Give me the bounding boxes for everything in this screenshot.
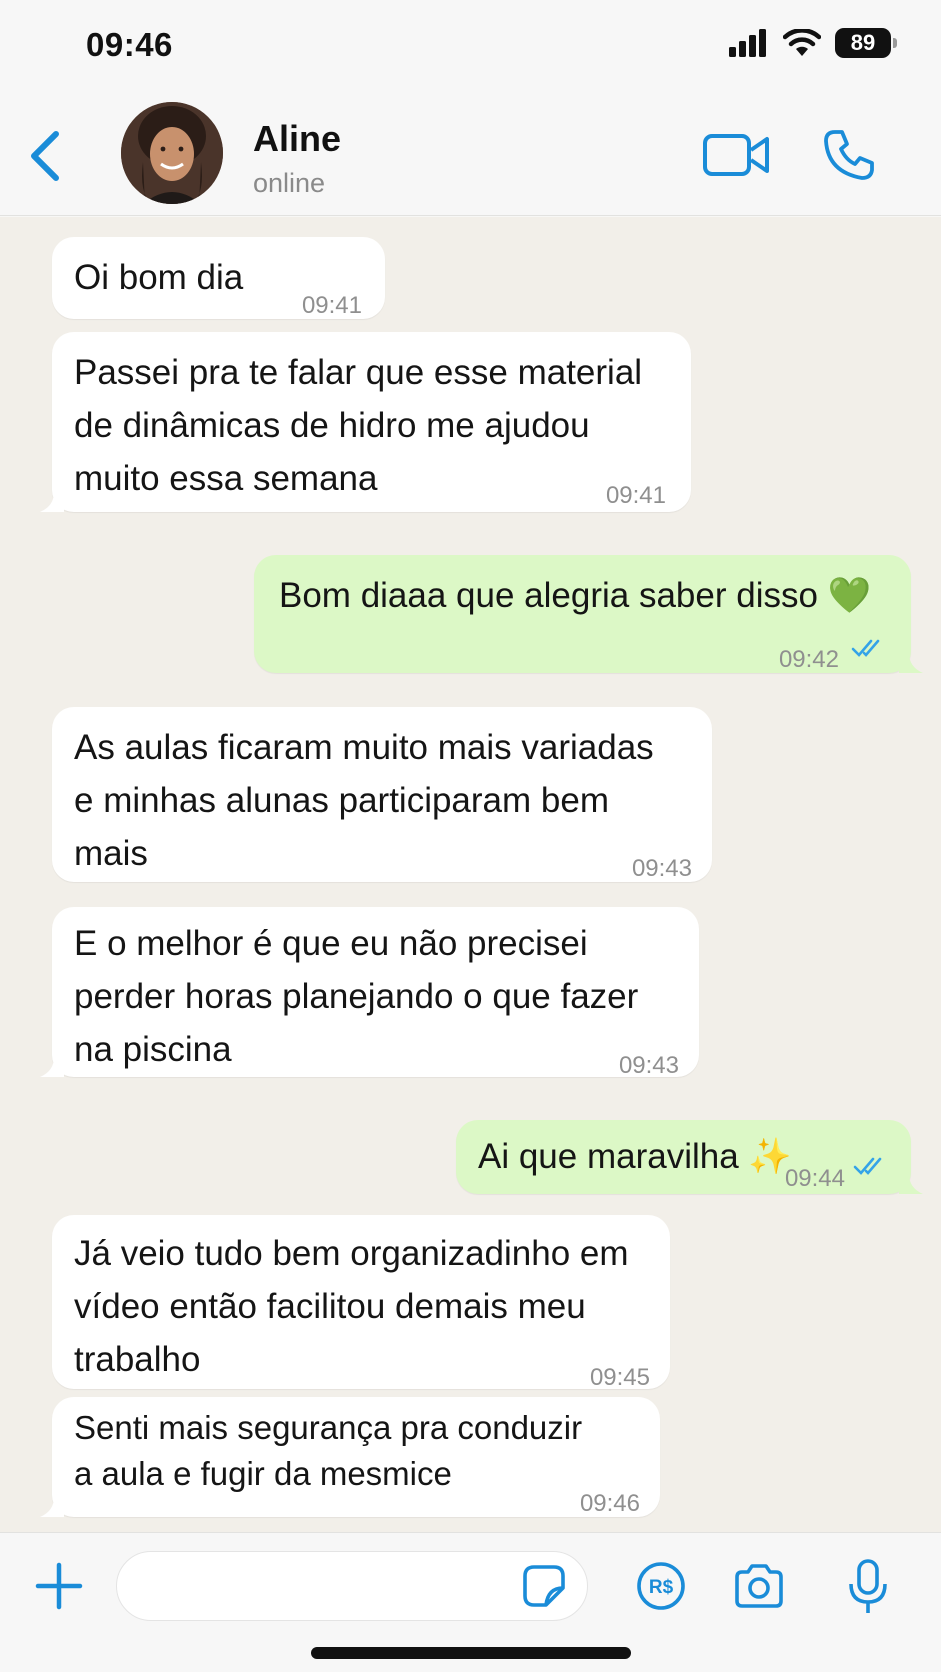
bubble-tail: [899, 1174, 923, 1194]
microphone-icon: [849, 1559, 887, 1613]
message-incoming[interactable]: Oi bom dia 09:41: [52, 237, 385, 319]
video-camera-icon: [703, 134, 769, 176]
message-text: Bom diaaa que alegria saber disso 💚: [279, 576, 872, 615]
message-text: Já veio tudo bem organizadinho em vídeo …: [74, 1234, 629, 1379]
svg-text:R$: R$: [649, 1577, 674, 1598]
read-receipt-icon: [851, 639, 880, 657]
message-input[interactable]: [116, 1551, 588, 1621]
message-text: As aulas ficaram muito mais variadas e m…: [74, 728, 654, 873]
avatar[interactable]: [121, 102, 223, 204]
microphone-button[interactable]: [846, 1558, 890, 1616]
wifi-icon: [783, 29, 821, 56]
message-incoming[interactable]: As aulas ficaram muito mais variadas e m…: [52, 707, 712, 882]
message-text: Ai que maravilha ✨: [478, 1137, 792, 1176]
battery-indicator: 89: [835, 28, 897, 58]
sticker-icon: [523, 1565, 565, 1607]
contact-name[interactable]: Aline: [253, 118, 341, 160]
avatar-photo: [121, 102, 223, 204]
phone-icon: [824, 130, 874, 180]
bubble-tail: [40, 1497, 64, 1517]
message-time: 09:41: [301, 292, 362, 319]
message-incoming[interactable]: E o melhor é que eu não precisei perder …: [40, 907, 699, 1079]
back-button[interactable]: [26, 128, 66, 184]
message-time: 09:43: [631, 855, 692, 882]
contact-status: online: [253, 168, 326, 198]
message-text: Oi bom dia: [74, 258, 244, 297]
message-time: 09:44: [784, 1165, 845, 1192]
camera-icon: [735, 1564, 783, 1608]
signal-icon: [729, 29, 766, 57]
attach-button[interactable]: [34, 1561, 84, 1611]
bubble-tail: [899, 653, 923, 673]
message-time: 09:42: [778, 646, 839, 673]
message-time: 09:46: [579, 1490, 640, 1517]
bubble-tail: [40, 1057, 64, 1077]
message-text: Passei pra te falar que esse material de…: [74, 353, 643, 498]
message-time: 09:41: [605, 482, 666, 509]
message-incoming[interactable]: Já veio tudo bem organizadinho em vídeo …: [52, 1215, 670, 1391]
read-receipt-icon: [853, 1157, 882, 1175]
message-text: E o melhor é que eu não precisei perder …: [74, 924, 639, 1069]
home-indicator[interactable]: [311, 1647, 631, 1659]
payment-button[interactable]: R$: [636, 1561, 686, 1611]
sticker-button[interactable]: [522, 1564, 566, 1608]
voice-call-button[interactable]: [822, 128, 876, 182]
battery-level: 89: [850, 30, 876, 55]
plus-icon: [35, 1562, 83, 1610]
camera-button[interactable]: [733, 1563, 785, 1609]
status-bar: 09:46 89: [0, 0, 941, 90]
status-time: 09:46: [86, 26, 173, 63]
message-outgoing[interactable]: Ai que maravilha ✨ 09:44: [456, 1120, 923, 1194]
payment-icon: R$: [637, 1562, 685, 1610]
message-incoming[interactable]: Passei pra te falar que esse material de…: [40, 332, 691, 512]
bubble-tail: [40, 492, 64, 512]
message-outgoing[interactable]: Bom diaaa que alegria saber disso 💚 09:4…: [254, 555, 923, 673]
chat-header: Aline online: [0, 90, 941, 216]
status-icons: 89: [729, 28, 897, 58]
chevron-left-icon: [31, 131, 59, 181]
video-call-button[interactable]: [702, 132, 770, 178]
chat-area[interactable]: Oi bom dia 09:41 Passei pra te falar que…: [0, 217, 941, 1532]
input-bar: R$: [0, 1532, 941, 1672]
message-time: 09:43: [618, 1052, 679, 1079]
message-text: Senti mais segurança pra conduzir a aula…: [74, 1409, 583, 1492]
message-incoming[interactable]: Senti mais segurança pra conduzir a aula…: [40, 1397, 660, 1517]
